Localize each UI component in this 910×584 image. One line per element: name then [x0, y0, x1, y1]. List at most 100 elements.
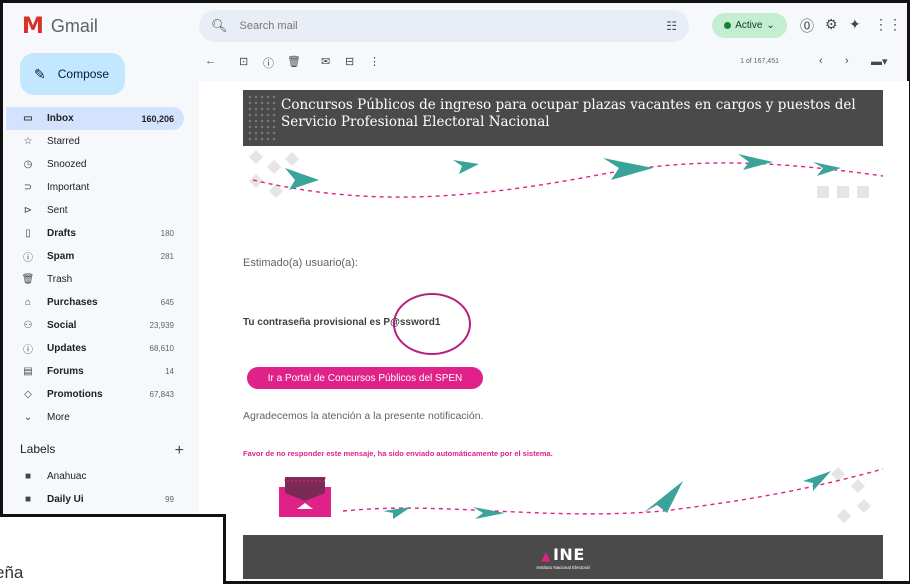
star-icon: ☆: [23, 136, 33, 147]
info-icon: ⓘ: [23, 345, 33, 356]
label-name: Daily Ui: [47, 494, 84, 505]
portal-button[interactable]: Ir a Portal de Concursos Públicos del SP…: [247, 367, 483, 389]
sidebar-item-spam[interactable]: ⓘ Spam 281: [6, 245, 184, 268]
delete-icon[interactable]: 🗑: [287, 55, 301, 68]
sidebar-item-starred[interactable]: ☆ Starred: [6, 130, 184, 153]
ine-logo-text: INE: [552, 544, 585, 564]
no-reply-warning: Favor de no responder este mensaje, ha s…: [243, 449, 553, 458]
mark-unread-icon[interactable]: ✉: [321, 55, 330, 68]
overlay-popup: eña: [0, 514, 226, 584]
apps-grid-icon[interactable]: ⋮⋮: [874, 16, 902, 33]
sidebar-item-label: More: [47, 412, 70, 423]
labels-title: Labels: [20, 442, 56, 456]
add-label-icon[interactable]: +: [175, 442, 184, 460]
sidebar-item-important[interactable]: ⊃ Important: [6, 176, 184, 199]
sidebar-item-count: 160,206: [141, 113, 174, 124]
sidebar-item-snoozed[interactable]: ◷ Snoozed: [6, 153, 184, 176]
move-to-icon[interactable]: ⊟: [345, 55, 354, 68]
status-chip[interactable]: Active ⌄: [712, 13, 787, 38]
sidebar-item-count: 281: [160, 252, 174, 261]
sidebar-item-label: Starred: [47, 136, 80, 147]
sidebar: M Gmail ✎ Compose ▭ Inbox 160,206 ☆ Starred ◷…: [6, 6, 191, 584]
gmail-m-icon: M: [22, 14, 44, 39]
label-name: Anahuac: [47, 471, 87, 482]
sidebar-item-drafts[interactable]: ▯ Drafts 180: [6, 222, 184, 245]
spam-icon: ⓘ: [23, 253, 33, 264]
sidebar-item-more[interactable]: ⌄ More: [6, 406, 184, 429]
dot-pattern-icon: [247, 94, 277, 142]
sidebar-item-label: Drafts: [47, 228, 76, 239]
search-bar[interactable]: 🔍︎ ☷: [199, 10, 689, 42]
chevron-down-icon: ⌄: [766, 20, 775, 31]
next-icon[interactable]: ›: [845, 55, 849, 67]
screenshot-frame: M Gmail ✎ Compose ▭ Inbox 160,206 ☆ Starred ◷…: [0, 0, 910, 584]
paper-planes-decoration-bottom: [342, 466, 883, 524]
sidebar-item-label: Updates: [47, 343, 87, 354]
sidebar-item-count: 23,939: [149, 321, 174, 330]
sidebar-item-social[interactable]: ⚇ Social 23,939: [6, 314, 184, 337]
label-tag-icon: ■: [24, 471, 32, 482]
bag-icon: ⌂: [24, 297, 32, 308]
sidebar-item-label: Trash: [47, 274, 73, 285]
email-banner: Concursos Públicos de ingreso para ocupa…: [243, 90, 883, 146]
labels-header: Labels +: [20, 442, 184, 460]
compose-button[interactable]: ✎ Compose: [20, 53, 125, 95]
status-label: Active: [735, 20, 763, 31]
ine-subtitle: Instituto Nacional Electoral: [536, 564, 590, 570]
sidebar-item-forums[interactable]: ▤ Forums 14: [6, 360, 184, 383]
chevron-down-icon: ⌄: [23, 412, 33, 423]
search-input[interactable]: [239, 20, 667, 32]
label-tag-icon: ■: [24, 494, 32, 505]
ine-triangle-icon: ▲: [541, 548, 551, 563]
password-prefix: Tu contraseña provisional es: [243, 317, 384, 328]
pencil-icon: ✎: [34, 65, 46, 82]
sidebar-item-label: Social: [47, 320, 77, 331]
sidebar-nav: ▭ Inbox 160,206 ☆ Starred ◷ Snoozed ⊃ Important ⊳…: [6, 107, 184, 429]
email-footer: ▲ INE Instituto Nacional Electoral: [243, 535, 883, 579]
label-count: 99: [165, 495, 174, 504]
sidebar-item-purchases[interactable]: ⌂ Purchases 645: [6, 291, 184, 314]
sidebar-item-label: Forums: [47, 366, 84, 377]
sidebar-item-count: 68,610: [149, 344, 174, 353]
gemini-icon[interactable]: ✦: [849, 16, 861, 33]
message-toolbar: ← ⊡ ⓘ 🗑 ✉ ⊟ ⋮ 1 of 167,451 ‹ › ▬▾: [199, 53, 899, 75]
archive-icon[interactable]: ⊡: [239, 55, 248, 68]
gmail-logo[interactable]: M Gmail: [22, 14, 98, 39]
more-vert-icon[interactable]: ⋮: [369, 55, 380, 68]
sidebar-item-label: Spam: [47, 251, 75, 262]
prev-icon[interactable]: ‹: [819, 55, 823, 67]
label-item-daily-ui[interactable]: ■ Daily Ui 99: [6, 488, 184, 511]
send-icon: ⊳: [23, 205, 33, 216]
sidebar-item-label: Promotions: [47, 389, 103, 400]
keyboard-icon[interactable]: ▬▾: [871, 55, 888, 68]
compose-label: Compose: [57, 67, 110, 81]
label-item-anahuac[interactable]: ■ Anahuac: [6, 465, 184, 488]
clock-icon: ◷: [23, 159, 33, 170]
greeting-text: Estimado(a) usuario(a):: [243, 257, 358, 269]
search-options-icon[interactable]: ☷: [666, 19, 677, 33]
ine-logo: ▲ INE: [541, 545, 585, 564]
help-icon[interactable]: ⓪: [800, 16, 814, 36]
sidebar-item-count: 67,843: [149, 390, 174, 399]
sidebar-item-inbox[interactable]: ▭ Inbox 160,206: [6, 107, 184, 130]
sidebar-item-updates[interactable]: ⓘ Updates 68,610: [6, 337, 184, 360]
report-spam-icon[interactable]: ⓘ: [263, 55, 274, 71]
sidebar-item-sent[interactable]: ⊳ Sent: [6, 199, 184, 222]
thanks-text: Agradecemos la atención a la presente no…: [243, 410, 484, 422]
sidebar-item-promotions[interactable]: ◇ Promotions 67,843: [6, 383, 184, 406]
pager-count: 1 of 167,451: [740, 58, 779, 65]
settings-icon[interactable]: ⚙: [825, 16, 838, 33]
search-icon[interactable]: 🔍︎: [211, 18, 228, 34]
forum-icon: ▤: [23, 366, 33, 377]
back-arrow-icon[interactable]: ←: [205, 55, 216, 67]
tag-icon: ◇: [24, 389, 32, 400]
email-body: Concursos Públicos de ingreso para ocupa…: [199, 81, 909, 581]
trash-icon: 🗑: [21, 274, 35, 285]
overlay-text: eña: [0, 563, 24, 582]
sidebar-item-trash[interactable]: 🗑 Trash: [6, 268, 184, 291]
sidebar-item-label: Purchases: [47, 297, 98, 308]
sidebar-item-label: Important: [47, 182, 90, 193]
sidebar-item-label: Snoozed: [47, 159, 87, 170]
sidebar-item-count: 180: [160, 229, 174, 238]
sidebar-item-label: Sent: [47, 205, 68, 216]
